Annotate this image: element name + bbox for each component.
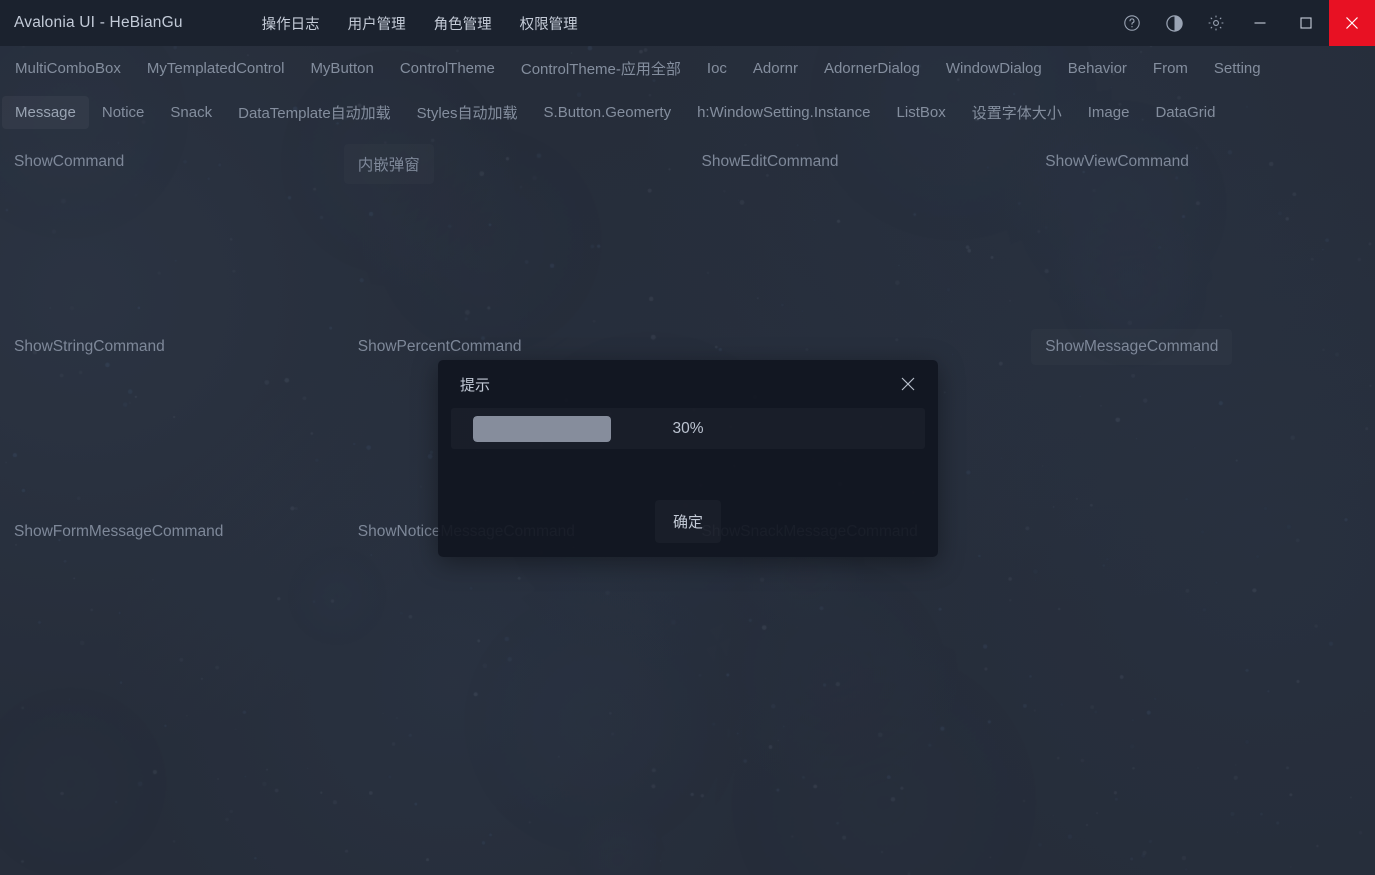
- dialog-close-icon[interactable]: [892, 368, 924, 400]
- progress-fill: [473, 415, 611, 442]
- confirm-button[interactable]: 确定: [655, 500, 721, 543]
- dialog-header: 提示: [438, 360, 938, 408]
- dialog-footer: 确定: [438, 485, 938, 557]
- modal-overlay: 提示 30% 确定: [0, 0, 1375, 875]
- dialog-title: 提示: [460, 376, 491, 394]
- progress-track: [473, 415, 793, 442]
- progress-bar: 30%: [451, 408, 925, 449]
- dialog-body: 30%: [438, 408, 938, 485]
- app-window: Avalonia UI - HeBianGu 操作日志 用户管理 角色管理 权限…: [0, 0, 1375, 875]
- prompt-dialog: 提示 30% 确定: [438, 360, 938, 557]
